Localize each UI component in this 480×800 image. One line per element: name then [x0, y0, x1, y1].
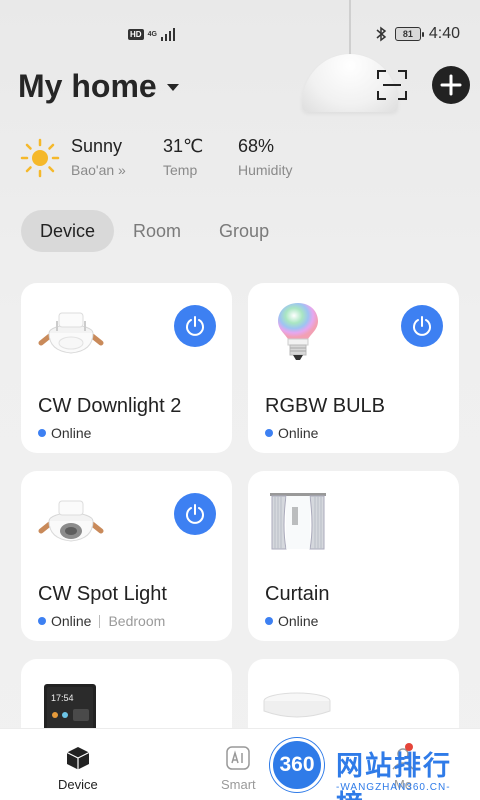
temp-value: 31℃: [163, 136, 204, 156]
signal-icon: [160, 27, 175, 41]
nav-device-label: Device: [58, 777, 98, 792]
watermark-badge: 360: [270, 738, 324, 792]
home-title: My home: [18, 68, 157, 104]
weather-condition: Sunny: [71, 136, 123, 156]
room-text: Bedroom: [108, 613, 166, 629]
status-text: Online: [278, 613, 319, 629]
online-dot: [38, 429, 46, 437]
network-type: 4G: [147, 30, 157, 38]
power-button[interactable]: [174, 305, 216, 347]
lamp-wire: [349, 0, 351, 56]
device-card-cw-spot-light[interactable]: CW Spot Light Online Bedroom: [21, 471, 232, 641]
watermark: 360 网站排行榜 -WANGZHAN360.CN-: [268, 734, 480, 800]
humidity-col: 68% Humidity: [238, 136, 292, 178]
tab-room[interactable]: Room: [114, 210, 200, 252]
tab-group[interactable]: Group: [200, 210, 288, 252]
online-dot: [265, 429, 273, 437]
device-status: Online: [38, 425, 91, 441]
device-name: CW Downlight 2: [38, 395, 182, 417]
status-text: Online: [51, 425, 92, 441]
weather-condition-col: Sunny Bao'an »: [71, 136, 126, 178]
status-right: 81 4:40: [375, 25, 460, 43]
weather-panel[interactable]: Sunny Bao'an » 31℃ Temp 68% Humidity: [20, 136, 320, 180]
device-name: Curtain: [265, 583, 330, 605]
gateway-icon: [263, 692, 331, 718]
power-button[interactable]: [401, 305, 443, 347]
divider: [99, 614, 101, 628]
caret-down-icon: [166, 84, 179, 91]
temp-col: 31℃ Temp: [163, 136, 203, 178]
device-status: Online: [265, 425, 318, 441]
panel-time: 17:54: [51, 693, 74, 703]
power-button[interactable]: [174, 493, 216, 535]
device-name: CW Spot Light: [38, 583, 167, 605]
power-icon: [186, 504, 204, 524]
sun-icon: [20, 138, 60, 178]
downlight-icon: [38, 312, 104, 354]
watermark-url: -WANGZHAN360.CN-: [336, 782, 451, 793]
nav-smart[interactable]: Smart: [221, 745, 256, 792]
status-text: Online: [51, 613, 92, 629]
status-bar: HD 4G 81 4:40: [0, 0, 480, 70]
humidity-value: 68%: [238, 136, 275, 156]
home-selector[interactable]: My home: [18, 68, 179, 105]
weather-location: Bao'an »: [71, 162, 126, 178]
ai-icon: [226, 746, 251, 770]
plus-icon: [440, 74, 462, 96]
online-dot: [38, 617, 46, 625]
bulb-icon: [278, 303, 318, 360]
device-status: Online: [265, 613, 318, 629]
bluetooth-icon: [376, 26, 387, 42]
chevron-right-icon: »: [114, 162, 126, 178]
battery-indicator: 81: [394, 27, 424, 41]
cube-icon: [66, 747, 90, 770]
location-text: Bao'an: [71, 162, 115, 178]
clock: 4:40: [428, 25, 460, 42]
device-name: RGBW BULB: [265, 395, 386, 417]
tab-device[interactable]: Device: [21, 210, 115, 252]
humidity-label: Humidity: [238, 162, 293, 178]
view-tabs: Device Room Group: [21, 210, 288, 252]
nav-device[interactable]: Device: [58, 745, 98, 792]
scan-icon[interactable]: [377, 70, 407, 100]
status-text: Online: [278, 425, 319, 441]
device-status: Online Bedroom: [38, 613, 165, 629]
add-device-button[interactable]: [432, 66, 470, 104]
online-dot: [265, 617, 273, 625]
hd-badge: HD: [128, 28, 144, 40]
device-card-rgbw-bulb[interactable]: RGBW BULB Online: [248, 283, 459, 453]
temp-label: Temp: [163, 162, 198, 178]
device-card-cw-downlight-2[interactable]: CW Downlight 2 Online: [21, 283, 232, 453]
nav-smart-label: Smart: [221, 777, 256, 792]
power-icon: [413, 316, 431, 336]
power-icon: [186, 316, 204, 336]
status-left: HD 4G: [128, 27, 175, 41]
device-card-curtain[interactable]: Curtain Online: [248, 471, 459, 641]
curtain-icon: [270, 493, 326, 550]
spotlight-icon: [38, 500, 104, 542]
